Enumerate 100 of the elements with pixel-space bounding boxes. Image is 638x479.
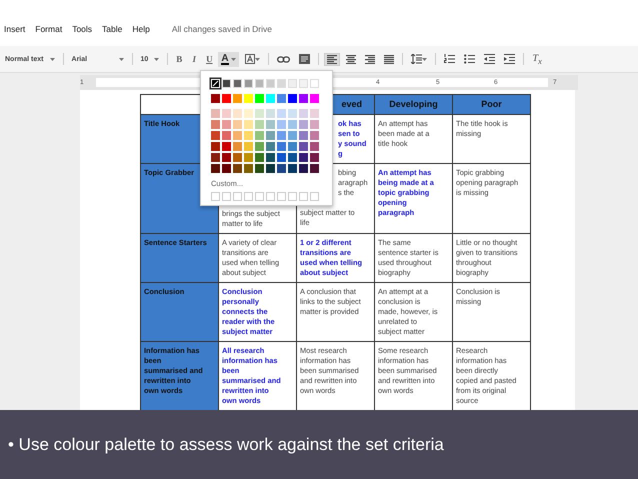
- color-swatch[interactable]: [244, 120, 253, 129]
- color-swatch[interactable]: [211, 109, 220, 118]
- highlight-color-icon[interactable]: [244, 54, 255, 64]
- color-swatch[interactable]: [233, 153, 242, 162]
- color-swatch[interactable]: [266, 164, 275, 173]
- color-swatch[interactable]: [266, 153, 275, 162]
- color-swatch[interactable]: [255, 109, 264, 118]
- color-swatch[interactable]: [233, 120, 242, 129]
- color-swatch[interactable]: [299, 120, 308, 129]
- caret-icon[interactable]: [254, 58, 260, 60]
- menu-item[interactable]: Tools: [72, 24, 92, 34]
- color-swatch[interactable]: [299, 164, 308, 173]
- color-swatch[interactable]: [277, 109, 286, 118]
- color-swatch[interactable]: [244, 131, 253, 140]
- color-swatch[interactable]: [310, 164, 319, 173]
- color-swatch[interactable]: [310, 142, 319, 151]
- color-swatch[interactable]: [211, 131, 220, 140]
- color-swatch[interactable]: [277, 142, 286, 151]
- clear-formatting-button[interactable]: T$_{x}$: [528, 52, 546, 66]
- color-swatch[interactable]: [266, 79, 275, 88]
- color-swatch[interactable]: [233, 79, 242, 88]
- color-swatch[interactable]: [266, 94, 275, 103]
- color-swatch[interactable]: [244, 79, 253, 88]
- color-swatch[interactable]: [244, 94, 253, 103]
- color-swatch[interactable]: [255, 153, 264, 162]
- color-swatch[interactable]: [211, 120, 220, 129]
- numbered-list-icon[interactable]: [444, 54, 455, 64]
- color-swatch[interactable]: [266, 142, 275, 151]
- menu-item[interactable]: Help: [132, 24, 150, 34]
- color-swatch[interactable]: [233, 94, 242, 103]
- color-swatch[interactable]: [288, 164, 297, 173]
- color-swatch[interactable]: [310, 94, 319, 103]
- color-swatch[interactable]: [255, 120, 264, 129]
- text-color-button[interactable]: A: [218, 52, 239, 66]
- color-swatch[interactable]: [266, 120, 275, 129]
- color-swatch[interactable]: [222, 109, 231, 118]
- color-swatch[interactable]: [233, 164, 242, 173]
- color-swatch[interactable]: [277, 164, 286, 173]
- menu-item[interactable]: Insert: [4, 24, 26, 34]
- color-swatch[interactable]: [288, 153, 297, 162]
- color-swatch[interactable]: [255, 131, 264, 140]
- caret-icon[interactable]: [422, 58, 427, 60]
- color-swatch[interactable]: [255, 164, 264, 173]
- color-swatch[interactable]: [277, 131, 286, 140]
- color-swatch[interactable]: [244, 109, 253, 118]
- color-swatch[interactable]: [288, 94, 297, 103]
- color-swatch[interactable]: [244, 164, 253, 173]
- color-swatch[interactable]: [222, 120, 231, 129]
- color-swatch[interactable]: [266, 109, 275, 118]
- color-swatch[interactable]: [310, 131, 319, 140]
- caret-icon[interactable]: [50, 58, 55, 60]
- color-swatch[interactable]: [288, 142, 297, 151]
- color-swatch[interactable]: [255, 79, 264, 88]
- caret-icon[interactable]: [118, 58, 124, 60]
- line-spacing-icon[interactable]: [410, 54, 422, 64]
- color-swatch[interactable]: [211, 142, 220, 151]
- color-swatch[interactable]: [299, 131, 308, 140]
- color-swatch[interactable]: [255, 142, 264, 151]
- color-swatch[interactable]: [233, 142, 242, 151]
- color-swatch[interactable]: [211, 164, 220, 173]
- comment-icon[interactable]: [298, 54, 310, 64]
- format-button[interactable]: U: [203, 54, 216, 64]
- color-swatch[interactable]: [222, 79, 231, 88]
- color-swatch[interactable]: [233, 131, 242, 140]
- color-swatch[interactable]: [255, 94, 264, 103]
- format-button[interactable]: I: [188, 54, 200, 64]
- align-button[interactable]: [324, 52, 340, 66]
- color-swatch[interactable]: [288, 79, 297, 88]
- color-swatch[interactable]: [244, 142, 253, 151]
- menu-item[interactable]: Format: [35, 24, 62, 34]
- color-swatch[interactable]: [222, 131, 231, 140]
- color-swatch[interactable]: [211, 153, 220, 162]
- increase-indent-icon[interactable]: [504, 54, 515, 64]
- color-swatch[interactable]: [266, 131, 275, 140]
- color-swatch[interactable]: [222, 94, 231, 103]
- color-swatch[interactable]: [233, 109, 242, 118]
- color-swatch[interactable]: [277, 94, 286, 103]
- caret-icon[interactable]: [154, 58, 160, 60]
- color-swatch[interactable]: [244, 153, 253, 162]
- color-swatch[interactable]: [299, 109, 308, 118]
- color-swatch[interactable]: [310, 79, 319, 88]
- color-swatch[interactable]: [288, 120, 297, 129]
- color-swatch[interactable]: [310, 109, 319, 118]
- color-swatch[interactable]: [299, 153, 308, 162]
- format-button[interactable]: B: [173, 54, 186, 64]
- color-swatch[interactable]: [299, 142, 308, 151]
- color-swatch[interactable]: [310, 120, 319, 129]
- color-swatch[interactable]: [222, 142, 231, 151]
- color-swatch[interactable]: [277, 79, 286, 88]
- color-swatch[interactable]: [299, 79, 308, 88]
- color-swatch[interactable]: [310, 153, 319, 162]
- color-swatch[interactable]: [299, 94, 308, 103]
- link-icon[interactable]: [276, 56, 290, 62]
- color-swatch[interactable]: [277, 153, 286, 162]
- color-swatch[interactable]: [288, 131, 297, 140]
- color-swatch[interactable]: [277, 120, 286, 129]
- color-swatch[interactable]: [211, 94, 220, 103]
- bulleted-list-icon[interactable]: [464, 54, 475, 64]
- decrease-indent-icon[interactable]: [484, 54, 495, 64]
- color-swatch[interactable]: [222, 164, 231, 173]
